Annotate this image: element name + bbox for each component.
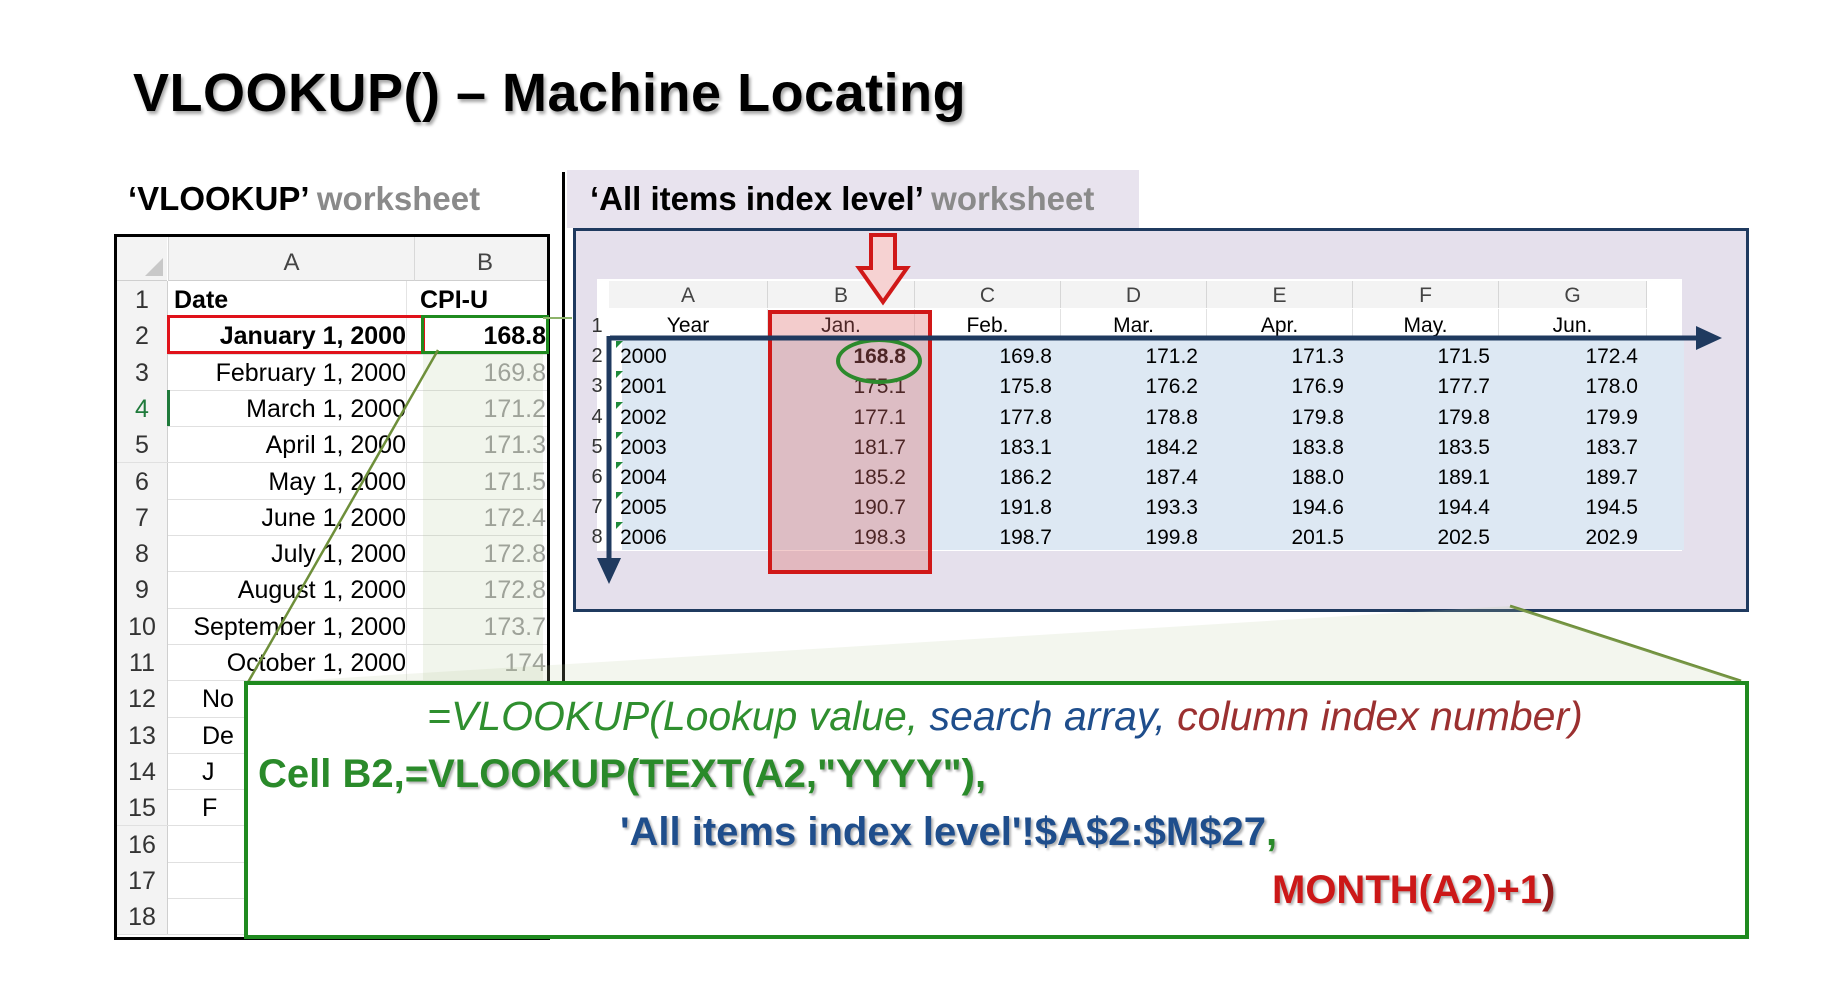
syntax-column-index: column index number) <box>1177 693 1583 739</box>
down-arrow-icon <box>597 336 621 584</box>
formula-column-part: MONTH(A2)+1 <box>1272 868 1543 912</box>
formula-lookup-part: =VLOOKUP(TEXT(A2,"YYYY"), <box>404 752 987 796</box>
formula-comma: , <box>1265 810 1278 854</box>
formula-line-2: 'All items index level'!$A$2:$M$27, <box>620 810 1277 855</box>
formula-close-paren: ) <box>1542 868 1556 912</box>
right-arrow-icon <box>610 326 1722 350</box>
down-arrow-icon <box>855 233 911 306</box>
connector-shading <box>244 606 1741 690</box>
connector-line <box>245 349 440 685</box>
generic-vlookup-syntax: =VLOOKUP(Lookup value, search array, col… <box>427 693 1583 740</box>
formula-line-1: Cell B2,=VLOOKUP(TEXT(A2,"YYYY"), <box>258 752 986 797</box>
formula-line-3: MONTH(A2)+1) <box>1272 868 1555 913</box>
formula-array-part: 'All items index level'!$A$2:$M$27 <box>620 810 1266 854</box>
cell-reference-label: Cell B2, <box>258 752 405 796</box>
syntax-lookup-value: =VLOOKUP(Lookup value, <box>427 693 930 739</box>
syntax-search-array: search array, <box>929 693 1178 739</box>
